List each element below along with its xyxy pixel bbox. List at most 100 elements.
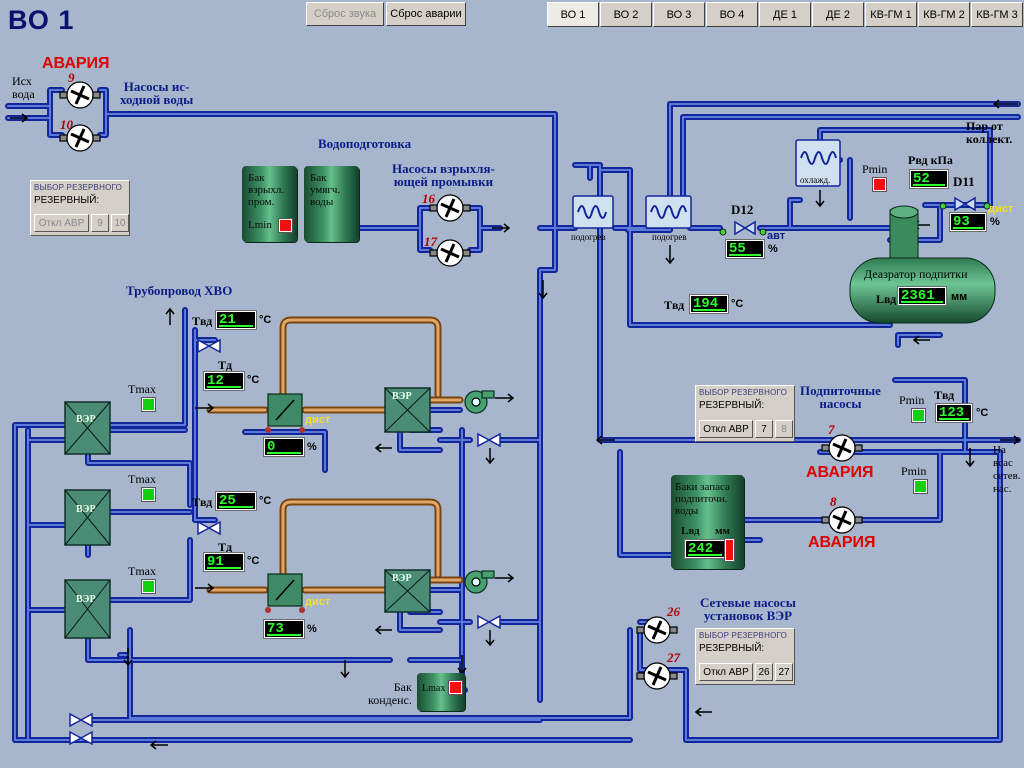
dist-upper-label: дист	[305, 414, 331, 426]
tmax-1-indicator	[141, 397, 156, 412]
pump-number-9: 9	[68, 70, 75, 85]
avr-sub: РЕЗЕРВНЫЙ:	[699, 400, 765, 411]
tvd-mid-unit: °C	[731, 298, 744, 310]
pump-number-27: 27	[667, 650, 680, 665]
d11-unit: %	[990, 216, 1000, 228]
condensate-lmax-indicator	[448, 680, 463, 695]
storage-level-indicator	[724, 538, 735, 562]
avr-header: ВЫБОР РЕЗЕРВНОГО	[699, 388, 788, 397]
avr-panel-makeup: ВЫБОР РЕЗЕРВНОГО РЕЗЕРВНЫЙ: Откл АВР 7 8	[695, 385, 795, 442]
source-pumps-label: Насосы ис- ходной воды	[120, 79, 194, 107]
cooler-label: охлажд.	[800, 175, 831, 185]
condensate-lmax-label: Lmax	[422, 683, 446, 694]
td-lower-unit: °C	[247, 555, 260, 567]
deaerator-lvd-label: Lвд	[876, 292, 897, 306]
pvd-label: Pвд кПа	[908, 153, 953, 167]
valve-upper-readout: 0	[263, 437, 305, 457]
condensate-tank-label: Бак конденс.	[368, 680, 412, 707]
pump-number-17: 17	[424, 234, 437, 249]
pump-number-7: 7	[828, 422, 835, 437]
tab-de1[interactable]: ДЕ 1	[759, 2, 811, 27]
pvd-readout: 52	[909, 169, 949, 189]
td-lower-readout: 91	[203, 552, 245, 572]
avr-off-button[interactable]: Откл АВР	[34, 214, 89, 232]
ver-3-label: ВЭР	[76, 594, 96, 605]
pmin-makeup-label: Pmin	[899, 393, 925, 407]
pump-number-10: 10	[60, 117, 73, 132]
tvd-mid-readout: 194	[689, 294, 729, 314]
tab-kvgm1[interactable]: КВ-ГМ 1	[865, 2, 917, 27]
tvd-lower-unit: °C	[259, 495, 272, 507]
tvd-makeup-label: Tвд	[934, 388, 955, 402]
ver-2-label: ВЭР	[76, 504, 96, 515]
deaerator-lvd-readout: 2361	[897, 286, 947, 306]
source-water-label: Исх вода	[12, 74, 35, 101]
avr-off-button[interactable]: Откл АВР	[699, 420, 753, 438]
tvd-upper-unit: °C	[259, 314, 272, 326]
tab-de2[interactable]: ДЕ 2	[812, 2, 864, 27]
pump-number-16: 16	[422, 191, 435, 206]
pmin-discharge-label: Pmin	[901, 464, 927, 478]
d12-label: D12	[731, 202, 754, 217]
tvd-mid-label: Tвд	[664, 298, 685, 312]
wash-tank-lmin-label: Lmin	[248, 219, 272, 231]
avr-select-7[interactable]: 7	[755, 420, 773, 438]
storage-lvd-readout: 242	[684, 539, 726, 559]
pmin-deaerator-label: Pmin	[862, 162, 888, 176]
tmax-1-label: Tmax	[128, 382, 156, 396]
td-upper-label: Tд	[218, 358, 233, 372]
heater-1-label: подогрев	[571, 232, 606, 242]
tvd-makeup-unit: °C	[976, 407, 989, 419]
avr-select-8[interactable]: 8	[775, 420, 793, 438]
reset-alarm-button[interactable]: Сброс аварии	[386, 2, 466, 26]
tvd-lower-readout: 25	[215, 491, 257, 511]
condensate-tank: Lmax	[417, 673, 465, 711]
avr-header: ВЫБОР РЕЗЕРВНОГО	[34, 183, 123, 192]
hvo-pipeline-label: Трубопровод ХВО	[126, 283, 233, 298]
network-pumps-label: Сетевые насосы установок ВЭР	[700, 595, 796, 623]
dist-lower-label: дист	[305, 596, 331, 608]
deaerator-lvd-unit: мм	[951, 291, 968, 303]
tmax-2-indicator	[141, 487, 156, 502]
avr-header: ВЫБОР РЕЗЕРВНОГО	[699, 631, 788, 640]
d11-readout: 93	[949, 212, 987, 232]
tmax-3-label: Tmax	[128, 564, 156, 578]
wash-pumps-label: Насосы взрыхля- ющей промывки	[392, 161, 495, 189]
page-title: ВО 1	[8, 5, 75, 35]
tab-kvgm2[interactable]: КВ-ГМ 2	[918, 2, 970, 27]
d11-dist-label: дист	[988, 203, 1014, 215]
d11-label: D11	[953, 174, 975, 189]
avr-select-10[interactable]: 10	[111, 214, 129, 232]
alarm-pumps-9-10: АВАРИЯ	[42, 55, 110, 72]
tab-vo4[interactable]: ВО 4	[706, 2, 758, 27]
avr-select-26[interactable]: 26	[755, 663, 773, 681]
td-upper-readout: 12	[203, 371, 245, 391]
reset-sound-button[interactable]: Сброс звука	[306, 2, 384, 26]
valve-lower-readout: 73	[263, 619, 305, 639]
storage-lvd-label: Lвд	[681, 525, 700, 537]
storage-tanks: Баки запаса подпиточн. воды Lвд мм 242	[671, 475, 744, 569]
avr-sub: РЕЗЕРВНЫЙ:	[699, 643, 765, 654]
tab-vo3[interactable]: ВО 3	[653, 2, 705, 27]
avr-panel-source: ВЫБОР РЕЗЕРВНОГО РЕЗЕРВНЫЙ: Откл АВР 9 1…	[30, 180, 130, 236]
ver-lower-right-label: ВЭР	[392, 573, 412, 584]
avr-select-27[interactable]: 27	[775, 663, 793, 681]
tab-kvgm3[interactable]: КВ-ГМ 3	[971, 2, 1023, 27]
storage-mm-label: мм	[715, 525, 730, 537]
d12-unit: %	[768, 243, 778, 255]
tab-vo1[interactable]: ВО 1	[547, 2, 599, 27]
avr-select-9[interactable]: 9	[91, 214, 109, 232]
water-treatment-label: Водоподготовка	[318, 136, 412, 151]
avr-panel-network: ВЫБОР РЕЗЕРВНОГО РЕЗЕРВНЫЙ: Откл АВР 26 …	[695, 628, 795, 685]
d12-auto-label: авт	[767, 230, 786, 242]
avr-off-button[interactable]: Откл АВР	[699, 663, 753, 681]
td-upper-unit: °C	[247, 374, 260, 386]
pump-number-26: 26	[667, 604, 680, 619]
deaerator-label: Деазратор подпитки	[864, 267, 968, 281]
ver-1-label: ВЭР	[76, 414, 96, 425]
soft-water-tank: Бак умягч. воды	[304, 166, 359, 242]
tmax-2-label: Tmax	[128, 472, 156, 486]
heater-2-label: подогрев	[652, 232, 687, 242]
alarm-pump-7: АВАРИЯ	[806, 464, 874, 481]
tab-vo2[interactable]: ВО 2	[600, 2, 652, 27]
